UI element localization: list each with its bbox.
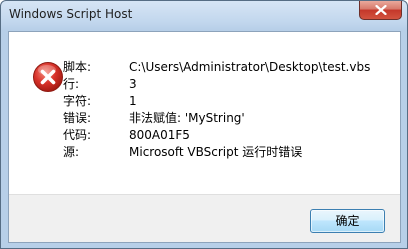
ok-button[interactable]: 确定 — [310, 209, 385, 233]
detail-value: Microsoft VBScript 运行时错误 — [129, 145, 303, 159]
detail-label: 行: — [63, 77, 80, 91]
title-bar[interactable]: Windows Script Host — [1, 1, 407, 31]
detail-value: 1 — [129, 94, 137, 108]
detail-label: 字符: — [63, 94, 92, 108]
detail-label: 错误: — [63, 111, 92, 125]
error-icon — [33, 62, 63, 92]
detail-value: 800A01F5 — [129, 128, 190, 142]
window-title: Windows Script Host — [9, 7, 133, 21]
detail-value: 非法赋值: 'MyString' — [129, 111, 245, 125]
dialog-window: Windows Script Host 脚本: C:\Users\Adminis… — [0, 0, 408, 249]
detail-label: 代码: — [63, 128, 92, 142]
detail-value: C:\Users\Administrator\Desktop\test.vbs — [129, 60, 371, 74]
button-bar: 确定 — [9, 194, 400, 242]
detail-label: 源: — [63, 145, 80, 159]
detail-value: 3 — [129, 77, 137, 91]
dialog-content: 脚本: C:\Users\Administrator\Desktop\test.… — [8, 31, 401, 243]
close-button[interactable] — [359, 1, 402, 20]
detail-label: 脚本: — [63, 60, 92, 74]
close-icon — [375, 5, 387, 15]
